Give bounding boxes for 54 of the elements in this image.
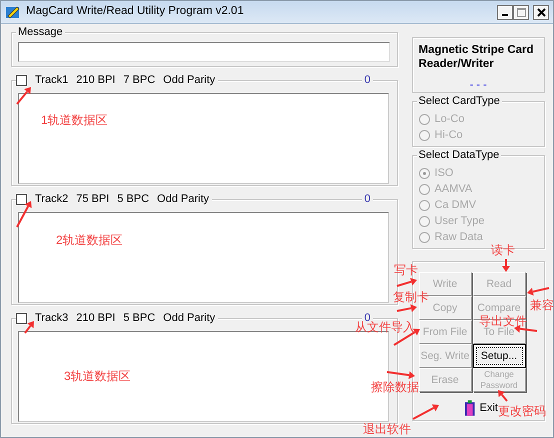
device-title: Magnetic Stripe Card Reader/Writer [418, 43, 535, 71]
annotation-label: 3轨道数据区 [64, 369, 131, 383]
parity-label: Odd Parity [157, 192, 210, 206]
annotation-arrow [412, 404, 439, 420]
track-data-field[interactable] [18, 93, 389, 184]
radio-label: Ca DMV [434, 198, 476, 213]
annotation-arrow [386, 371, 415, 380]
annotation-label: 读卡 [491, 243, 515, 257]
annotation-label: 擦除数据 [371, 380, 419, 394]
track-label: Track2 [35, 192, 68, 206]
group-label: Select CardType [416, 94, 502, 108]
radio-label: Hi-Co [434, 128, 463, 143]
device-status: - - - [468, 78, 488, 93]
message-field[interactable] [18, 42, 390, 62]
annotation-arrow [396, 278, 417, 287]
track-label: Track1 [35, 73, 68, 87]
annotation-label: 写卡 [394, 263, 418, 277]
annotation-arrow [24, 321, 34, 334]
density-label: 210 BPI [76, 73, 116, 87]
parity-label: Odd Parity [163, 73, 216, 87]
door-icon [464, 400, 476, 416]
density-label: 210 BPI [76, 311, 116, 325]
radio-label: ISO [434, 166, 454, 181]
group-label: Message [16, 25, 65, 39]
annotation-arrow [514, 324, 538, 333]
close-button[interactable] [533, 4, 549, 20]
annotation-arrow [498, 390, 508, 402]
close-icon [536, 8, 546, 16]
radio-label: User Type [434, 214, 484, 229]
density-label: 75 BPI [76, 192, 110, 206]
action-button[interactable]: Setup... [472, 344, 526, 368]
annotation-arrow [396, 304, 417, 312]
annotation-arrow [16, 201, 32, 228]
maximize-icon [516, 8, 526, 16]
annotation-label: 2轨道数据区 [56, 233, 123, 247]
annotation-arrow [502, 259, 510, 272]
bits-label: 5 BPC [117, 192, 150, 206]
track-data-field[interactable] [18, 212, 389, 303]
bits-label: 5 BPC [123, 311, 156, 325]
maximize-button[interactable] [513, 4, 529, 20]
pen-icon [5, 5, 21, 19]
annotation-label: 退出软件 [363, 422, 411, 436]
parity-label: Odd Parity [163, 311, 216, 325]
radio-label: Lo-Co [434, 112, 464, 127]
annotation-arrow [527, 287, 550, 296]
track-label: Track3 [35, 311, 68, 325]
window-title: MagCard Write/Read Utility Program v2.01 [26, 4, 245, 20]
radio-label: Raw Data [434, 230, 483, 245]
radio-label: AAMVA [434, 182, 472, 197]
bits-label: 7 BPC [123, 73, 156, 87]
minimize-button[interactable] [497, 4, 513, 20]
annotation-arrow [16, 87, 31, 105]
group-label: Select DataType [416, 148, 502, 162]
annotation-label: 1轨道数据区 [41, 113, 108, 127]
